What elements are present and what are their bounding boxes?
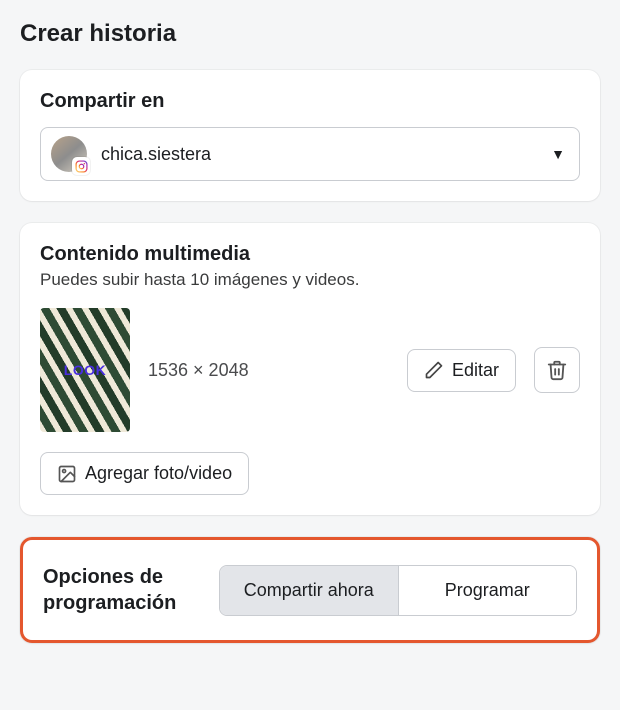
media-subtitle: Puedes subir hasta 10 imágenes y videos. xyxy=(40,270,580,290)
thumbnail-watermark: LOOK xyxy=(64,362,106,378)
schedule-segmented-control: Compartir ahora Programar xyxy=(219,565,577,616)
chevron-down-icon: ▼ xyxy=(551,146,565,162)
account-name: chica.siestera xyxy=(101,144,551,165)
media-card: Contenido multimedia Puedes subir hasta … xyxy=(20,223,600,515)
edit-button-label: Editar xyxy=(452,360,499,381)
avatar xyxy=(51,136,87,172)
delete-button[interactable] xyxy=(534,347,580,393)
share-on-card: Compartir en xyxy=(20,70,600,201)
schedule-tab[interactable]: Programar xyxy=(398,566,577,615)
account-select[interactable]: chica.siestera ▼ xyxy=(40,127,580,181)
pencil-icon xyxy=(424,360,444,380)
media-row: LOOK 1536 × 2048 Editar xyxy=(40,308,580,432)
add-media-label: Agregar foto/video xyxy=(85,463,232,484)
instagram-icon xyxy=(72,157,90,175)
edit-button[interactable]: Editar xyxy=(407,349,516,392)
trash-icon xyxy=(546,359,568,381)
add-media-button[interactable]: Agregar foto/video xyxy=(40,452,249,495)
media-thumbnail[interactable]: LOOK xyxy=(40,308,130,432)
share-now-tab[interactable]: Compartir ahora xyxy=(220,566,398,615)
image-icon xyxy=(57,464,77,484)
schedule-card: Opciones de programación Compartir ahora… xyxy=(20,537,600,643)
media-heading: Contenido multimedia xyxy=(40,243,580,266)
page-title: Crear historia xyxy=(20,20,600,48)
media-dimensions: 1536 × 2048 xyxy=(148,360,389,381)
share-on-heading: Compartir en xyxy=(40,90,580,113)
schedule-heading: Opciones de programación xyxy=(43,564,203,616)
